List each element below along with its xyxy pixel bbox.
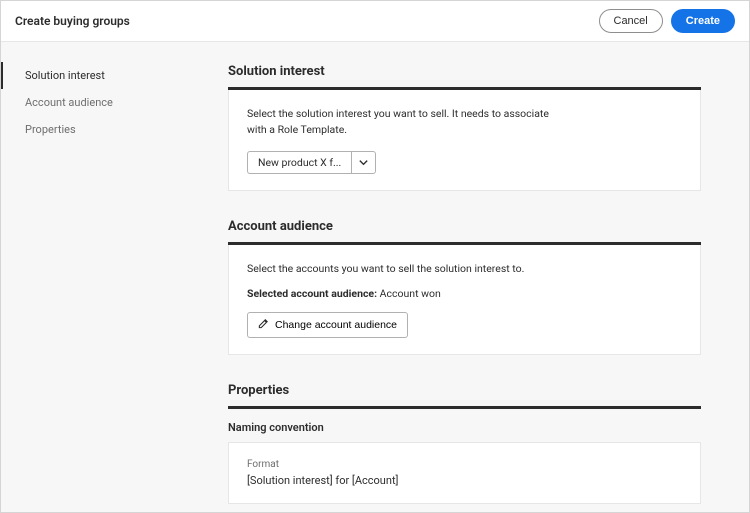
naming-convention-heading: Naming convention xyxy=(228,421,701,434)
format-value: [Solution interest] for [Account] xyxy=(247,474,682,487)
section-title: Account audience xyxy=(228,219,701,234)
app-window: Create buying groups Cancel Create Solut… xyxy=(0,0,750,513)
header-actions: Cancel Create xyxy=(599,9,736,33)
page-title: Create buying groups xyxy=(15,14,130,28)
format-label: Format xyxy=(247,459,682,470)
solution-panel: Select the solution interest you want to… xyxy=(228,90,701,191)
sidebar-item-label: Properties xyxy=(25,123,76,136)
pencil-icon xyxy=(258,318,269,332)
change-account-audience-button[interactable]: Change account audience xyxy=(247,312,408,338)
section-properties: Properties Naming convention Format [Sol… xyxy=(228,383,701,504)
sidebar-item-account-audience[interactable]: Account audience xyxy=(1,89,196,116)
sidebar-item-properties[interactable]: Properties xyxy=(1,116,196,143)
selected-label: Selected account audience: xyxy=(247,287,377,300)
selected-account-audience: Selected account audience: Account won xyxy=(247,287,682,300)
body: Solution interest Account audience Prope… xyxy=(1,42,749,512)
solution-interest-dropdown[interactable]: New product X f... xyxy=(247,151,376,174)
header: Create buying groups Cancel Create xyxy=(1,1,749,42)
chevron-down-icon[interactable] xyxy=(351,151,376,174)
cancel-button[interactable]: Cancel xyxy=(599,9,663,33)
properties-panel: Format [Solution interest] for [Account] xyxy=(228,442,701,504)
solution-helper-text: Select the solution interest you want to… xyxy=(247,106,557,139)
section-title: Properties xyxy=(228,383,701,398)
selected-value: Account won xyxy=(380,287,441,300)
sidebar-item-label: Account audience xyxy=(25,96,113,109)
create-button[interactable]: Create xyxy=(671,9,735,33)
section-solution-interest: Solution interest Select the solution in… xyxy=(228,64,701,191)
main-content: Solution interest Select the solution in… xyxy=(196,42,749,512)
section-title: Solution interest xyxy=(228,64,701,79)
dropdown-value: New product X f... xyxy=(247,151,351,174)
audience-panel: Select the accounts you want to sell the… xyxy=(228,245,701,355)
section-rule xyxy=(228,406,701,409)
audience-helper-text: Select the accounts you want to sell the… xyxy=(247,261,557,277)
sidebar-item-label: Solution interest xyxy=(25,69,105,82)
section-account-audience: Account audience Select the accounts you… xyxy=(228,219,701,355)
change-button-label: Change account audience xyxy=(275,319,397,331)
sidebar: Solution interest Account audience Prope… xyxy=(1,42,196,512)
sidebar-item-solution-interest[interactable]: Solution interest xyxy=(1,62,196,89)
